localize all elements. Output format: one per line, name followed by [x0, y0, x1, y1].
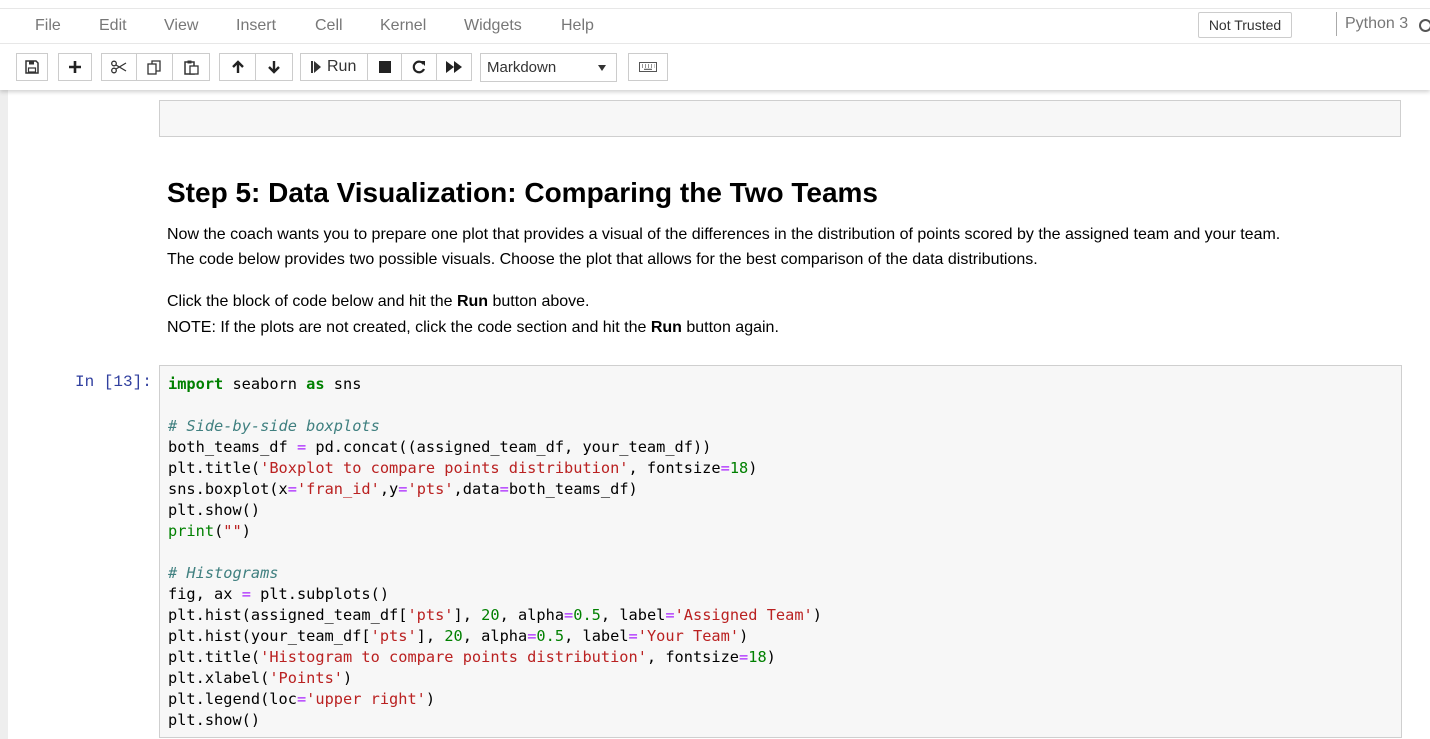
menu-kernel[interactable]: Kernel — [380, 17, 426, 35]
restart-icon — [412, 60, 426, 74]
notebook-page: Step 5: Data Visualization: Comparing th… — [8, 90, 1430, 739]
run-label: Run — [327, 58, 357, 75]
menu-edit[interactable]: Edit — [99, 17, 127, 35]
code-line: plt.hist(your_team_df['pts'], 20, alpha=… — [168, 627, 749, 645]
kernel-name: Python 3 — [1336, 12, 1408, 36]
command-palette-button[interactable] — [628, 53, 668, 81]
insert-cell-button[interactable] — [58, 53, 92, 81]
markdown-paragraph-line: Now the coach wants you to prepare one p… — [167, 226, 1281, 243]
plus-icon — [69, 61, 81, 73]
run-emphasis: Run — [456, 293, 489, 310]
move-up-button[interactable] — [219, 53, 256, 81]
markdown-heading: Step 5: Data Visualization: Comparing th… — [167, 177, 879, 208]
code-line: plt.show() — [168, 501, 261, 519]
arrow-down-icon — [268, 61, 280, 74]
arrow-up-icon — [231, 60, 244, 73]
code-line: ​ — [168, 395, 822, 416]
menu-insert[interactable]: Insert — [236, 17, 276, 35]
menubar: File Edit View Insert Cell Kernel Widget… — [0, 8, 1430, 44]
paste-icon — [183, 60, 199, 75]
run-button[interactable]: Run — [300, 53, 368, 81]
code-line: print("") — [168, 522, 251, 540]
code-line: ​ — [168, 542, 822, 563]
code-line: import seaborn as sns — [168, 375, 362, 393]
markdown-instruction-line: Click the block of code below and hit th… — [167, 293, 590, 310]
fast-forward-icon — [446, 61, 462, 73]
save-icon — [25, 60, 39, 74]
copy-button[interactable] — [136, 53, 173, 81]
not-trusted-button[interactable]: Not Trusted — [1198, 12, 1292, 38]
code-cell-input[interactable]: import seaborn as sns​# Side-by-side box… — [159, 365, 1402, 738]
move-down-button[interactable] — [255, 53, 293, 81]
cut-icon — [111, 60, 127, 74]
code-line: # Histograms — [168, 564, 279, 582]
code-line: plt.title('Histogram to compare points d… — [168, 648, 776, 666]
code-editor[interactable]: import seaborn as sns​# Side-by-side box… — [168, 374, 822, 731]
code-line: plt.title('Boxplot to compare points dis… — [168, 459, 758, 477]
copy-icon — [147, 59, 161, 75]
menu-help[interactable]: Help — [561, 17, 594, 35]
interrupt-button[interactable] — [367, 53, 402, 81]
previous-cell-input[interactable] — [159, 100, 1401, 137]
cell-type-value: Markdown — [487, 59, 557, 76]
paste-button[interactable] — [172, 53, 210, 81]
restart-run-all-button[interactable] — [436, 53, 472, 81]
cut-button[interactable] — [101, 53, 137, 81]
menu-view[interactable]: View — [164, 17, 198, 35]
step-forward-icon — [311, 61, 321, 73]
chevron-down-icon — [598, 65, 606, 71]
code-line: # Side-by-side boxplots — [168, 417, 380, 435]
code-line: plt.show() — [168, 711, 261, 729]
markdown-paragraph-line: The code below provides two possible vis… — [167, 251, 1038, 268]
markdown-note-line: NOTE: If the plots are not created, clic… — [167, 319, 779, 336]
stop-icon — [378, 61, 391, 73]
kernel-idle-icon — [1419, 19, 1430, 32]
cell-type-select[interactable]: Markdown — [480, 53, 617, 82]
restart-button[interactable] — [401, 53, 437, 81]
code-line: plt.hist(assigned_team_df['pts'], 20, al… — [168, 606, 822, 624]
menu-cell[interactable]: Cell — [315, 17, 343, 35]
code-line: both_teams_df = pd.concat((assigned_team… — [168, 438, 712, 456]
menu-file[interactable]: File — [35, 17, 61, 35]
run-emphasis: Run — [650, 319, 682, 336]
keyboard-icon — [639, 62, 657, 72]
code-line: sns.boxplot(x='fran_id',y='pts',data=bot… — [168, 480, 638, 498]
save-button[interactable] — [16, 53, 48, 81]
code-line: plt.xlabel('Points') — [168, 669, 353, 687]
menu-widgets[interactable]: Widgets — [464, 17, 522, 35]
code-line: fig, ax = plt.subplots() — [168, 585, 390, 603]
notebook-header: File Edit View Insert Cell Kernel Widget… — [0, 0, 1430, 90]
input-prompt: In [13]: — [75, 373, 152, 391]
code-line: plt.legend(loc='upper right') — [168, 690, 436, 708]
